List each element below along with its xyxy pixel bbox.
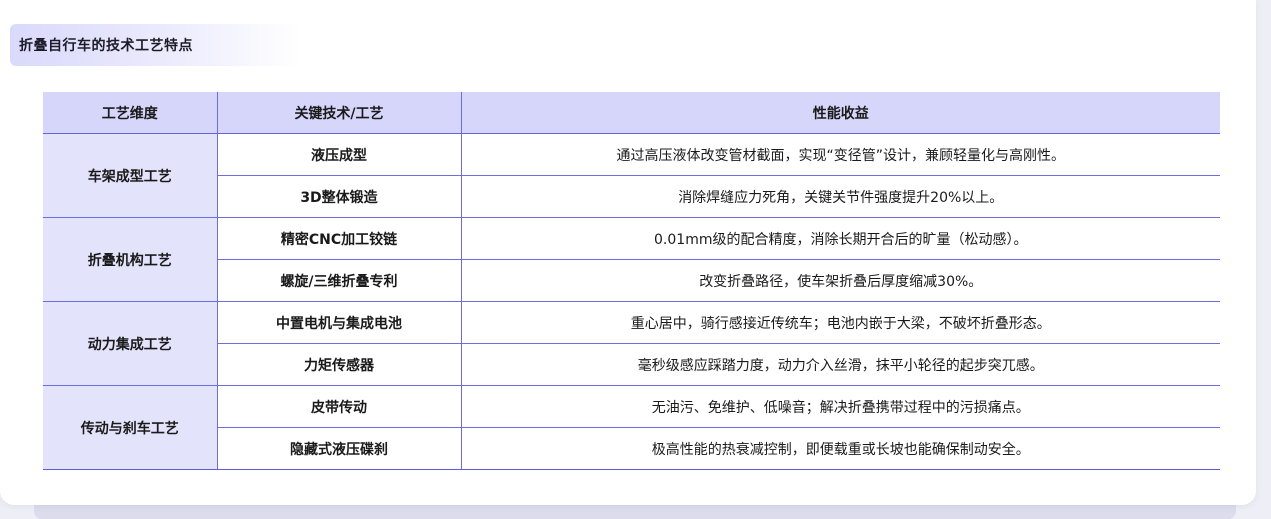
content-card: 折叠自行车的技术工艺特点 工艺维度 关键技术/工艺 性能收益 车架成型工艺 液压… [0, 0, 1256, 505]
table-row: 螺旋/三维折叠专利 改变折叠路径，使车架折叠后厚度缩减30%。 [43, 259, 1220, 302]
group-cell-frame: 车架成型工艺 [43, 133, 218, 218]
header-dimension: 工艺维度 [43, 92, 218, 134]
header-key-tech: 关键技术/工艺 [217, 92, 462, 134]
group-cell-power: 动力集成工艺 [43, 301, 218, 386]
tech-cell: 螺旋/三维折叠专利 [217, 259, 462, 302]
section-title-tag: 折叠自行车的技术工艺特点 [10, 24, 300, 66]
benefit-cell: 消除焊缝应力死角，关键关节件强度提升20%以上。 [461, 175, 1220, 218]
table-header-row: 工艺维度 关键技术/工艺 性能收益 [43, 92, 1220, 134]
tech-cell: 隐藏式液压碟刹 [217, 427, 462, 470]
tech-cell: 中置电机与集成电池 [217, 301, 462, 344]
benefit-cell: 毫秒级感应踩踏力度，动力介入丝滑，抹平小轮径的起步突兀感。 [461, 343, 1220, 386]
tech-process-table: 工艺维度 关键技术/工艺 性能收益 车架成型工艺 液压成型 通过高压液体改变管材… [43, 92, 1220, 470]
table-row: 动力集成工艺 中置电机与集成电池 重心居中，骑行感接近传统车；电池内嵌于大梁，不… [43, 301, 1220, 386]
table-row: 折叠机构工艺 精密CNC加工铰链 0.01mm级的配合精度，消除长期开合后的旷量… [43, 217, 1220, 302]
benefit-cell: 0.01mm级的配合精度，消除长期开合后的旷量（松动感）。 [461, 217, 1220, 260]
benefit-cell: 极高性能的热衰减控制，即便载重或长坡也能确保制动安全。 [461, 427, 1220, 470]
benefit-cell: 重心居中，骑行感接近传统车；电池内嵌于大梁，不破坏折叠形态。 [461, 301, 1220, 344]
tech-cell: 3D整体锻造 [217, 175, 462, 218]
table-row: 3D整体锻造 消除焊缝应力死角，关键关节件强度提升20%以上。 [43, 175, 1220, 218]
header-benefit: 性能收益 [461, 92, 1220, 134]
table-row: 车架成型工艺 液压成型 通过高压液体改变管材截面，实现“变径管”设计，兼顾轻量化… [43, 133, 1220, 218]
tech-cell: 皮带传动 [217, 385, 462, 428]
benefit-cell: 通过高压液体改变管材截面，实现“变径管”设计，兼顾轻量化与高刚性。 [461, 133, 1220, 176]
tech-cell: 液压成型 [217, 133, 462, 176]
table-row: 隐藏式液压碟刹 极高性能的热衰减控制，即便载重或长坡也能确保制动安全。 [43, 427, 1220, 470]
tech-cell: 精密CNC加工铰链 [217, 217, 462, 260]
group-cell-folding: 折叠机构工艺 [43, 217, 218, 302]
tech-cell: 力矩传感器 [217, 343, 462, 386]
section-title: 折叠自行车的技术工艺特点 [19, 38, 193, 54]
table-row: 力矩传感器 毫秒级感应踩踏力度，动力介入丝滑，抹平小轮径的起步突兀感。 [43, 343, 1220, 386]
group-cell-drive-brake: 传动与刹车工艺 [43, 385, 218, 470]
benefit-cell: 改变折叠路径，使车架折叠后厚度缩减30%。 [461, 259, 1220, 302]
table-row: 传动与刹车工艺 皮带传动 无油污、免维护、低噪音；解决折叠携带过程中的污损痛点。 [43, 385, 1220, 470]
benefit-cell: 无油污、免维护、低噪音；解决折叠携带过程中的污损痛点。 [461, 385, 1220, 428]
